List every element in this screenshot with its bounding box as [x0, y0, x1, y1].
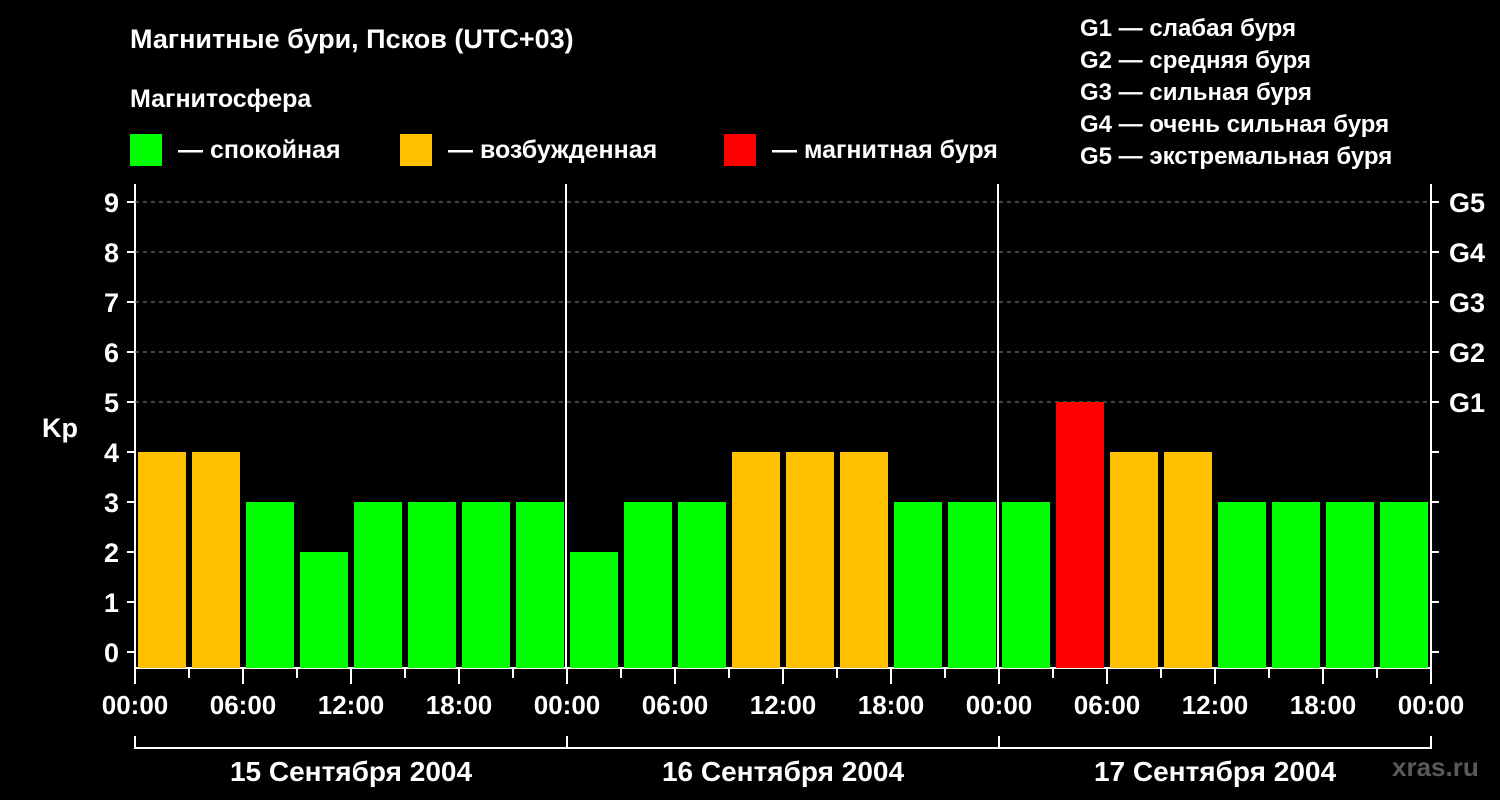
kp-bar [624, 502, 672, 668]
day-label: 17 Сентября 2004 [1094, 756, 1337, 787]
y-tick-label: 5 [104, 388, 119, 418]
x-tick-label: 00:00 [102, 690, 169, 720]
kp-bar-chart: 0 1 2 3 4 5 6 7 8 9 G1 G2 G3 G4 G5 Kp 00:00 06:00 12:00 18:… [42, 184, 1485, 787]
x-tick-label: 12:00 [318, 690, 385, 720]
watermark: xras.ru [1392, 752, 1479, 782]
x-tick-label: 18:00 [426, 690, 493, 720]
y-tick-label: 4 [104, 438, 119, 468]
kp-bar [678, 502, 726, 668]
g-axis-label: G5 [1449, 188, 1485, 218]
x-tick-label: 06:00 [1074, 690, 1141, 720]
y-tick-label: 7 [104, 288, 119, 318]
y-tick-label: 0 [104, 638, 119, 668]
y-tick-label: 3 [104, 488, 119, 518]
g-axis-label: G2 [1449, 338, 1485, 368]
kp-bar [1380, 502, 1428, 668]
kp-bar [300, 552, 348, 668]
g-axis-label: G3 [1449, 288, 1485, 318]
kp-bar [1326, 502, 1374, 668]
kp-bar [408, 502, 456, 668]
kp-bar [516, 502, 564, 668]
kp-bar [732, 452, 780, 668]
day-label: 16 Сентября 2004 [662, 756, 905, 787]
kp-bar [1272, 502, 1320, 668]
kp-bar [192, 452, 240, 668]
kp-bar [1002, 502, 1050, 668]
kp-bar [894, 502, 942, 668]
x-tick-label: 06:00 [642, 690, 709, 720]
kp-bar [1164, 452, 1212, 668]
y-axis-label: Kp [42, 413, 78, 443]
kp-bar [246, 502, 294, 668]
kp-bar [1218, 502, 1266, 668]
y-tick-label: 6 [104, 338, 119, 368]
day-label: 15 Сентября 2004 [230, 756, 473, 787]
kp-bar [948, 502, 996, 668]
y-tick-label: 1 [104, 588, 119, 618]
x-tick-label: 12:00 [750, 690, 817, 720]
kp-bar [570, 552, 618, 668]
x-tick-label: 18:00 [858, 690, 925, 720]
x-tick-label: 12:00 [1182, 690, 1249, 720]
kp-bar [840, 452, 888, 668]
x-tick-label: 00:00 [966, 690, 1033, 720]
x-tick-label: 00:00 [1398, 690, 1465, 720]
kp-bar [1110, 452, 1158, 668]
y-tick-label: 2 [104, 538, 119, 568]
x-tick-label: 06:00 [210, 690, 277, 720]
kp-bar [1056, 402, 1104, 668]
kp-bar [354, 502, 402, 668]
kp-bar [462, 502, 510, 668]
kp-bar [786, 452, 834, 668]
x-tick-label: 00:00 [534, 690, 601, 720]
g-axis-label: G1 [1449, 388, 1485, 418]
x-tick-label: 18:00 [1290, 690, 1357, 720]
y-tick-label: 9 [104, 188, 119, 218]
y-tick-label: 8 [104, 238, 119, 268]
kp-bar [138, 452, 186, 668]
g-axis-label: G4 [1449, 238, 1485, 268]
